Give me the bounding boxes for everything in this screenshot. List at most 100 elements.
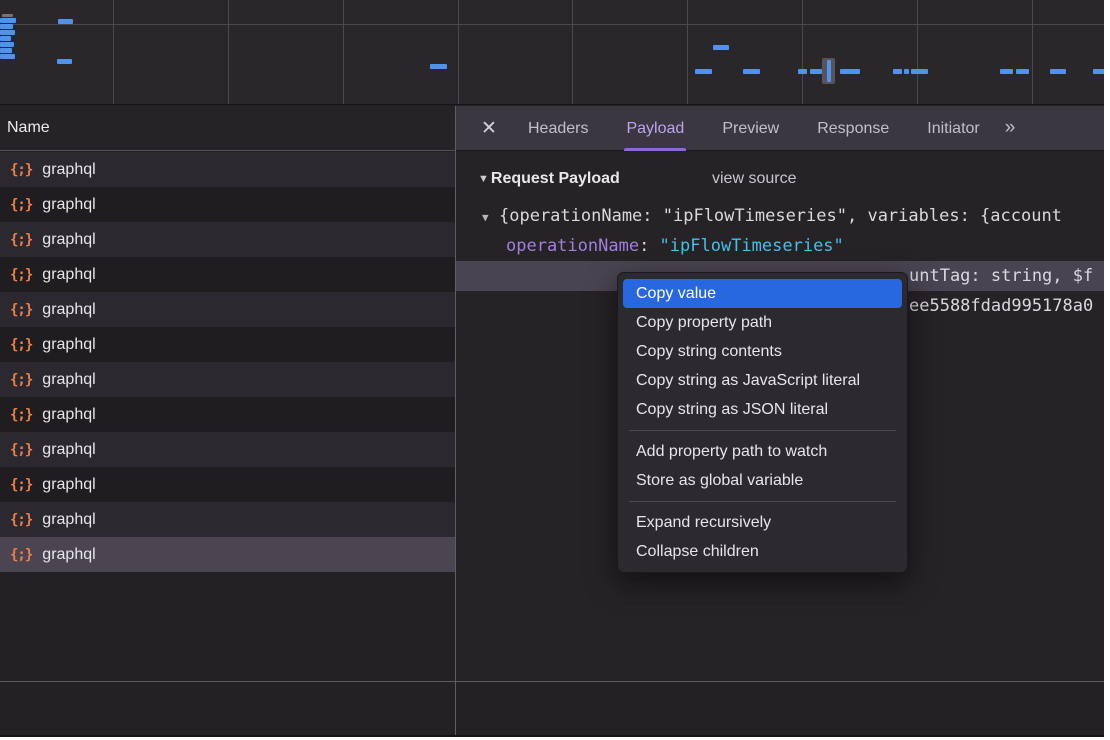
name-column-label: Name <box>7 119 50 137</box>
request-row[interactable]: {;}graphql <box>0 537 455 572</box>
waterfall-bar <box>0 30 15 35</box>
waterfall-bar <box>810 69 822 74</box>
request-name-label: graphql <box>42 371 95 389</box>
waterfall-bar <box>695 69 712 74</box>
property-value: "ipFlowTimeseries" <box>660 236 844 256</box>
tabs-container: HeadersPayloadPreviewResponseInitiator <box>509 106 999 151</box>
waterfall-bar <box>904 69 909 74</box>
waterfall-bar <box>1050 69 1066 74</box>
menu-item-store-as-global-variable[interactable]: Store as global variable <box>623 466 902 495</box>
waterfall-bar <box>0 48 12 53</box>
waterfall-bar <box>58 19 73 24</box>
footer-area <box>0 682 1104 737</box>
request-row[interactable]: {;} graphql <box>0 362 455 397</box>
waterfall-bar <box>0 36 11 41</box>
devtools-window: Name ✕ HeadersPayloadPreviewResponseInit… <box>0 0 1104 737</box>
menu-separator <box>629 430 896 431</box>
name-column-header[interactable]: Name <box>0 106 455 151</box>
overview-gridline <box>917 0 918 104</box>
json-braces-icon: {;} <box>10 512 32 528</box>
overview-selection-bar <box>827 60 831 82</box>
overview-gridline <box>687 0 688 104</box>
json-braces-icon: {;} <box>10 162 32 178</box>
view-source-link[interactable]: view source <box>712 164 796 194</box>
tab-headers[interactable]: Headers <box>509 106 607 151</box>
json-braces-icon: {;} <box>10 232 32 248</box>
request-row[interactable]: {;} graphql <box>0 257 455 292</box>
waterfall-bar <box>798 69 807 74</box>
tab-initiator[interactable]: Initiator <box>908 106 998 151</box>
request-row[interactable]: {;}graphql <box>0 397 455 432</box>
request-name-label: graphql <box>42 231 95 249</box>
menu-item-copy-value[interactable]: Copy value <box>623 279 902 308</box>
request-payload-title[interactable]: ▼Request Payload <box>478 164 620 194</box>
waterfall-bar <box>840 69 860 74</box>
waterfall-bar <box>893 69 902 74</box>
collapse-triangle-icon: ▼ <box>482 203 499 231</box>
waterfall-bar <box>0 24 13 29</box>
waterfall-bar <box>1016 69 1029 74</box>
overview-gridline <box>228 0 229 104</box>
detail-tab-bar: ✕ HeadersPayloadPreviewResponseInitiator… <box>455 106 1104 151</box>
menu-item-copy-string-contents[interactable]: Copy string contents <box>623 337 902 366</box>
request-row[interactable]: {;}graphql <box>0 467 455 502</box>
collapse-triangle-icon: ▼ <box>478 173 489 185</box>
overview-gridline <box>572 0 573 104</box>
menu-item-copy-string-as-json-literal[interactable]: Copy string as JSON literal <box>623 395 902 424</box>
property-value-continuation: untTag: string, $f <box>909 261 1093 291</box>
json-braces-icon: {;} <box>10 302 32 318</box>
panel-divider[interactable] <box>455 106 456 737</box>
menu-item-collapse-children[interactable]: Collapse children <box>623 537 902 566</box>
property-value-continuation: ee5588fdad995178a0 <box>909 291 1093 321</box>
waterfall-bar <box>57 59 72 64</box>
request-row[interactable]: {;}graphql <box>0 187 455 222</box>
request-row[interactable]: {;} graphql <box>0 432 455 467</box>
menu-item-copy-string-as-javascript-literal[interactable]: Copy string as JavaScript literal <box>623 366 902 395</box>
waterfall-bar <box>430 64 447 69</box>
payload-preview-row[interactable]: ▼{operationName: "ipFlowTimeseries", var… <box>456 201 1104 231</box>
request-row[interactable]: {;}graphql <box>0 327 455 362</box>
menu-item-copy-property-path[interactable]: Copy property path <box>623 308 902 337</box>
close-icon[interactable]: ✕ <box>469 117 509 140</box>
request-row[interactable]: {;}graphql <box>0 502 455 537</box>
waterfall-bar <box>0 18 16 23</box>
json-braces-icon: {;} <box>10 442 32 458</box>
operation-name-row[interactable]: operationName: "ipFlowTimeseries" <box>456 231 1104 261</box>
screenshot-root: Name ✕ HeadersPayloadPreviewResponseInit… <box>0 0 1110 740</box>
request-row[interactable]: {;} graphql <box>0 152 455 187</box>
request-row[interactable]: {;} graphql <box>0 222 455 257</box>
request-name-label: graphql <box>42 301 95 319</box>
overview-gridline <box>343 0 344 104</box>
json-braces-icon: {;} <box>10 197 32 213</box>
request-name-label: graphql <box>42 161 95 179</box>
waterfall-bar <box>0 54 15 59</box>
tab-response[interactable]: Response <box>798 106 908 151</box>
overview-gridline <box>458 0 459 104</box>
waterfall-bar <box>911 69 928 74</box>
request-row[interactable]: {;} graphql <box>0 292 455 327</box>
menu-separator <box>629 501 896 502</box>
menu-item-add-property-path-to-watch[interactable]: Add property path to watch <box>623 437 902 466</box>
json-braces-icon: {;} <box>10 407 32 423</box>
waterfall-bar <box>2 14 13 17</box>
json-braces-icon: {;} <box>10 372 32 388</box>
property-key: operationName <box>506 236 639 256</box>
more-tabs-icon[interactable]: » <box>1005 117 1014 139</box>
overview-gridline <box>113 0 114 104</box>
request-name-label: graphql <box>42 441 95 459</box>
json-braces-icon: {;} <box>10 477 32 493</box>
context-menu: Copy valueCopy property pathCopy string … <box>617 272 908 573</box>
request-name-label: graphql <box>42 266 95 284</box>
waterfall-bar <box>0 42 14 47</box>
network-overview[interactable] <box>0 0 1104 105</box>
json-braces-icon: {;} <box>10 547 32 563</box>
request-name-label: graphql <box>42 336 95 354</box>
payload-preview-text: {operationName: "ipFlowTimeseries", vari… <box>499 206 1062 226</box>
menu-item-expand-recursively[interactable]: Expand recursively <box>623 508 902 537</box>
tab-payload[interactable]: Payload <box>607 106 703 151</box>
waterfall-bar <box>743 69 760 74</box>
request-list: {;} graphql {;} graphql {;} graphql {;} graphql… <box>0 152 455 572</box>
overview-gridline <box>0 24 1104 25</box>
json-braces-icon: {;} <box>10 267 32 283</box>
tab-preview[interactable]: Preview <box>703 106 798 151</box>
